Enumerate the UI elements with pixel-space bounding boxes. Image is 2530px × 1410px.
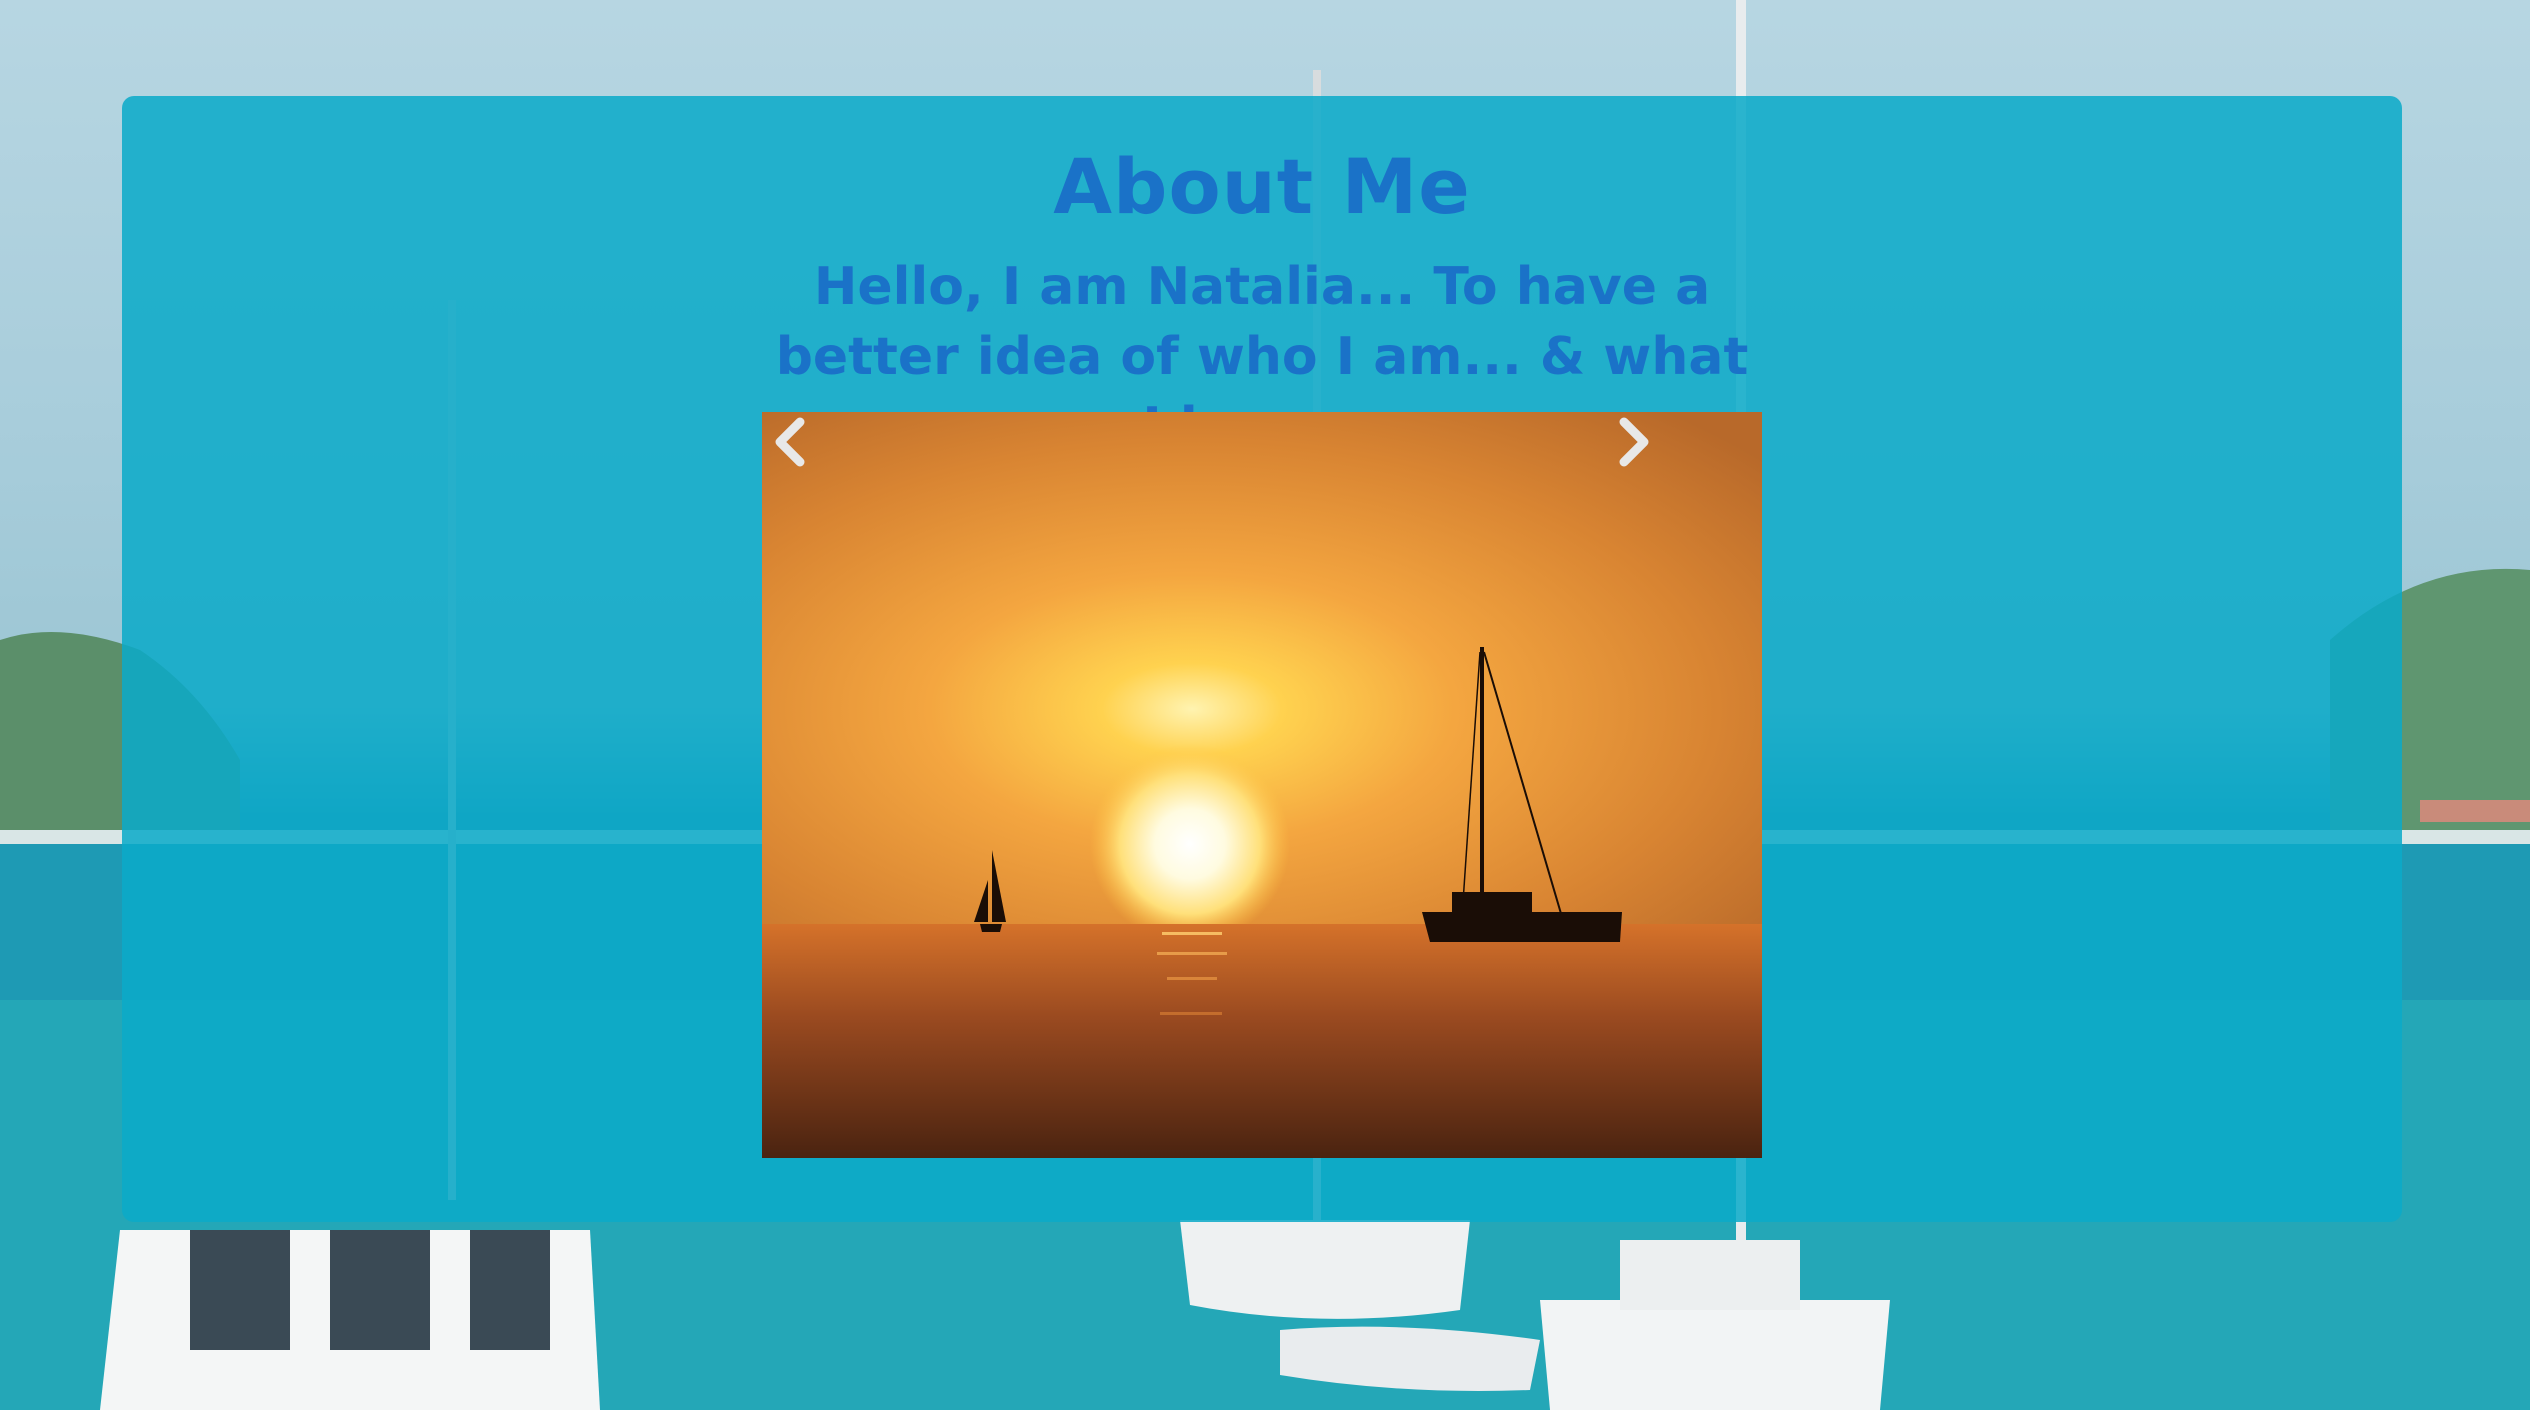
carousel-next-button[interactable] — [1602, 412, 1762, 1158]
carousel-prev-button[interactable] — [762, 412, 922, 1158]
page-title: About Me — [1053, 142, 1471, 231]
chevron-left-icon — [775, 417, 805, 467]
chevron-right-icon — [1619, 417, 1649, 467]
photo-carousel — [762, 412, 1762, 1158]
about-panel: About Me Hello, I am Natalia... To have … — [122, 96, 2402, 1222]
